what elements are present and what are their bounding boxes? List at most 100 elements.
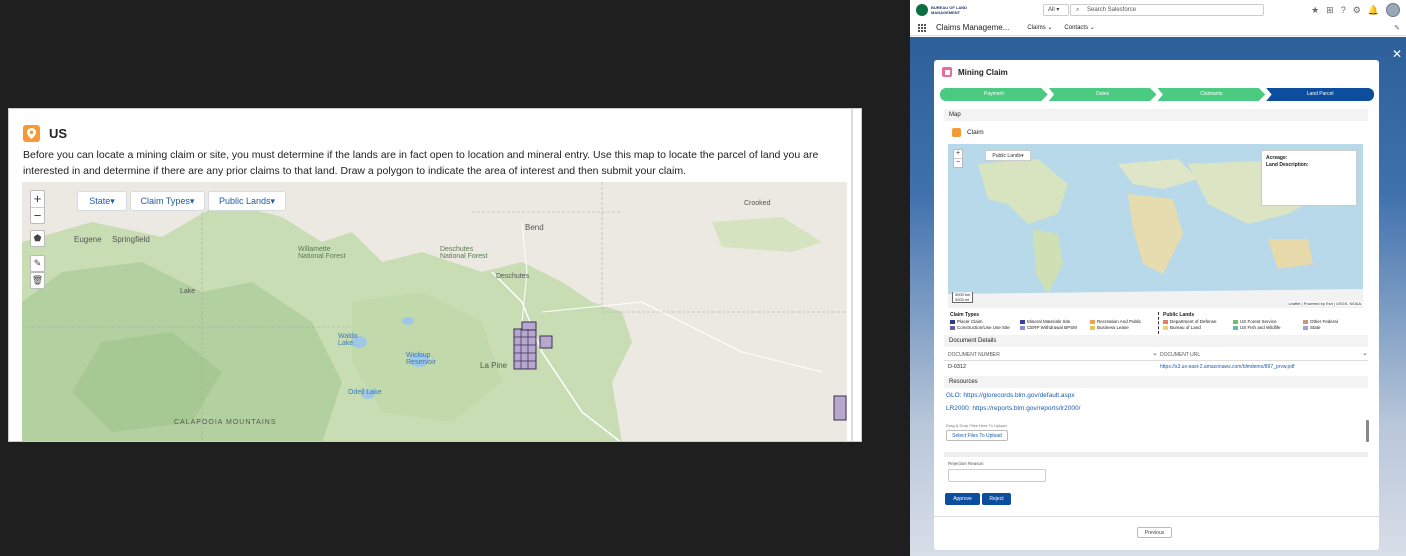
sort-chevron-icon[interactable]: ⌄: [1152, 349, 1158, 357]
search-input[interactable]: ⌕ Search Salesforce: [1070, 4, 1264, 16]
app-nav: Claims Manageme... Claims ⌄ Contacts ⌄ ✎: [910, 20, 1406, 36]
legend-item: Construction/Use Use Site: [950, 325, 1010, 330]
map-label: CALAPOOIA MOUNTAINS: [174, 419, 277, 426]
modal-title: Mining Claim: [958, 67, 1008, 77]
zoom-control: + −: [953, 149, 963, 168]
claim-pin-icon: [952, 128, 961, 137]
progress-path: Payment Dates Claimants Land Parcel: [940, 88, 1375, 101]
col-header-document-number[interactable]: DOCUMENT NUMBER: [948, 352, 1000, 358]
map-label: Wickiup Reservoir: [406, 352, 436, 366]
document-details-header: Document Details: [944, 335, 1368, 347]
delete-layer-icon[interactable]: 🗑: [30, 272, 45, 289]
map-terrain: [22, 182, 847, 441]
claim-header: Claim: [952, 128, 984, 137]
col-header-document-url[interactable]: DOCUMENT URL: [1160, 352, 1200, 358]
legend-item: Placer Claim: [950, 319, 983, 324]
reject-button[interactable]: Reject: [982, 493, 1011, 505]
edit-layer-icon[interactable]: ✎: [30, 255, 45, 272]
close-modal-icon[interactable]: ✕: [1392, 47, 1402, 61]
map-label: Waldo Lake: [338, 333, 358, 347]
panel-title: US: [49, 125, 68, 141]
sort-chevron-icon[interactable]: ⌄: [1362, 349, 1368, 357]
legend-item: State: [1303, 325, 1321, 330]
path-step-payment[interactable]: Payment: [940, 88, 1048, 101]
map-label: Willamette National Forest: [298, 246, 346, 260]
rejection-reason-label: Rejection Reason: [948, 461, 984, 466]
header-icons: ★ ⊞ ? ⚙ 🔔: [1311, 3, 1400, 17]
public-lands-button[interactable]: Public Lands▾: [985, 150, 1031, 161]
path-step-dates[interactable]: Dates: [1048, 88, 1157, 101]
land-description-label: Land Description:: [1266, 162, 1309, 168]
add-icon[interactable]: ⊞: [1326, 5, 1334, 16]
resource-link-lr2000[interactable]: LR2000: https://reports.blm.gov/reports/…: [946, 405, 1080, 412]
panel-header: US: [9, 109, 861, 147]
acreage-info-box: Acreage: Land Description:: [1261, 150, 1357, 206]
legend-item: Recreation And Public: [1090, 319, 1141, 324]
edit-nav-pencil-icon[interactable]: ✎: [1394, 24, 1400, 32]
document-number-cell: D-0312: [948, 364, 967, 370]
global-header: BUREAU OF LAND MANAGEMENT All ▾ ⌕ Search …: [910, 0, 1406, 20]
mining-claim-modal: Mining Claim Payment Dates Claimants Lan…: [934, 60, 1379, 550]
nav-item-claims[interactable]: Claims ⌄: [1027, 24, 1052, 31]
document-url-link[interactable]: https://s3.us-east-2.amazonaws.com/blmde…: [1160, 364, 1295, 370]
instructions-text: Before you can locate a mining claim or …: [23, 149, 819, 177]
legend-item: Department of Defense: [1163, 319, 1217, 324]
legend-public-lands-title: Public Lands: [1163, 312, 1195, 318]
map-label: Bend: [525, 223, 544, 232]
select-files-button[interactable]: Select Files To Upload: [946, 430, 1008, 441]
zoom-out-button[interactable]: −: [954, 158, 962, 167]
resources-header: Resources: [944, 376, 1368, 388]
legend-item: Business Lease: [1090, 325, 1129, 330]
map-scale: 3000 km 3000 mi: [952, 292, 974, 303]
legend-item: CERP Withdrawal BPSM: [1020, 325, 1077, 330]
app-launcher-icon[interactable]: [918, 23, 926, 32]
map-label: Eugene: [74, 235, 102, 244]
map-label: La Pine: [480, 361, 508, 370]
search-icon: ⌕: [1076, 7, 1080, 13]
map-label: Springfield: [112, 235, 150, 244]
zoom-in-button[interactable]: +: [954, 150, 962, 158]
user-avatar[interactable]: [1386, 3, 1400, 17]
map-legend: Claim Types Public Lands Placer Claim Mi…: [948, 312, 1363, 334]
record-icon: [942, 67, 952, 77]
map-label: Odell Lake: [348, 389, 382, 396]
public-lands-filter-button[interactable]: Public Lands▾: [208, 191, 286, 211]
legend-item: Other Federal: [1303, 319, 1338, 324]
rejection-reason-input[interactable]: [948, 469, 1046, 482]
resource-link-glo[interactable]: GLO: https://glorecords.blm.gov/default.…: [946, 392, 1075, 399]
claim-types-filter-button[interactable]: Claim Types▾: [130, 191, 205, 211]
world-map[interactable]: + − Public Lands▾ Acreage: Land Descript…: [948, 144, 1363, 308]
modal-header: Mining Claim: [934, 60, 1379, 84]
acreage-label: Acreage:: [1266, 155, 1288, 161]
salesforce-window: BUREAU OF LAND MANAGEMENT All ▾ ⌕ Search …: [910, 0, 1406, 556]
zoom-in-button[interactable]: +: [31, 191, 44, 207]
nav-item-contacts[interactable]: Contacts ⌄: [1064, 24, 1094, 31]
setup-gear-icon[interactable]: ⚙: [1353, 5, 1361, 16]
zoom-control: + −: [30, 190, 45, 224]
upload-hint: Drag & Drop Files Here To Upload: [946, 423, 1007, 428]
map-section-header: Map: [944, 109, 1368, 121]
approve-button[interactable]: Approve: [945, 493, 980, 505]
map-label: Crooked: [744, 200, 771, 207]
state-filter-button[interactable]: State▾: [77, 191, 127, 211]
scrollbar[interactable]: [851, 109, 853, 441]
map-label: Lake: [180, 288, 196, 295]
location-pin-icon: [23, 124, 40, 142]
land-map[interactable]: Eugene Springfield Bend Deschutes La Pin…: [22, 182, 847, 441]
legend-item: US Forest Service: [1233, 319, 1277, 324]
legend-item: Mineral Materials Site: [1020, 319, 1070, 324]
path-step-land-parcel[interactable]: Land Parcel: [1266, 88, 1374, 101]
help-icon[interactable]: ?: [1341, 5, 1346, 15]
path-step-claimants[interactable]: Claimants: [1157, 88, 1266, 101]
scrollbar[interactable]: [1366, 420, 1369, 442]
zoom-out-button[interactable]: −: [31, 207, 44, 223]
search-scope-select[interactable]: All ▾: [1043, 4, 1069, 16]
notifications-bell-icon[interactable]: 🔔: [1368, 5, 1379, 16]
claim-map-panel: US Before you can locate a mining claim …: [8, 108, 862, 442]
map-attribution[interactable]: Leaflet | Powered by Esri | USGS, NOAA: [1288, 301, 1361, 306]
map-label: Deschutes: [496, 273, 530, 280]
blm-logo-icon: [916, 4, 928, 16]
favorites-icon[interactable]: ★: [1311, 5, 1319, 16]
draw-polygon-icon[interactable]: ⬟: [30, 230, 45, 247]
previous-button[interactable]: Previous: [1137, 527, 1172, 538]
